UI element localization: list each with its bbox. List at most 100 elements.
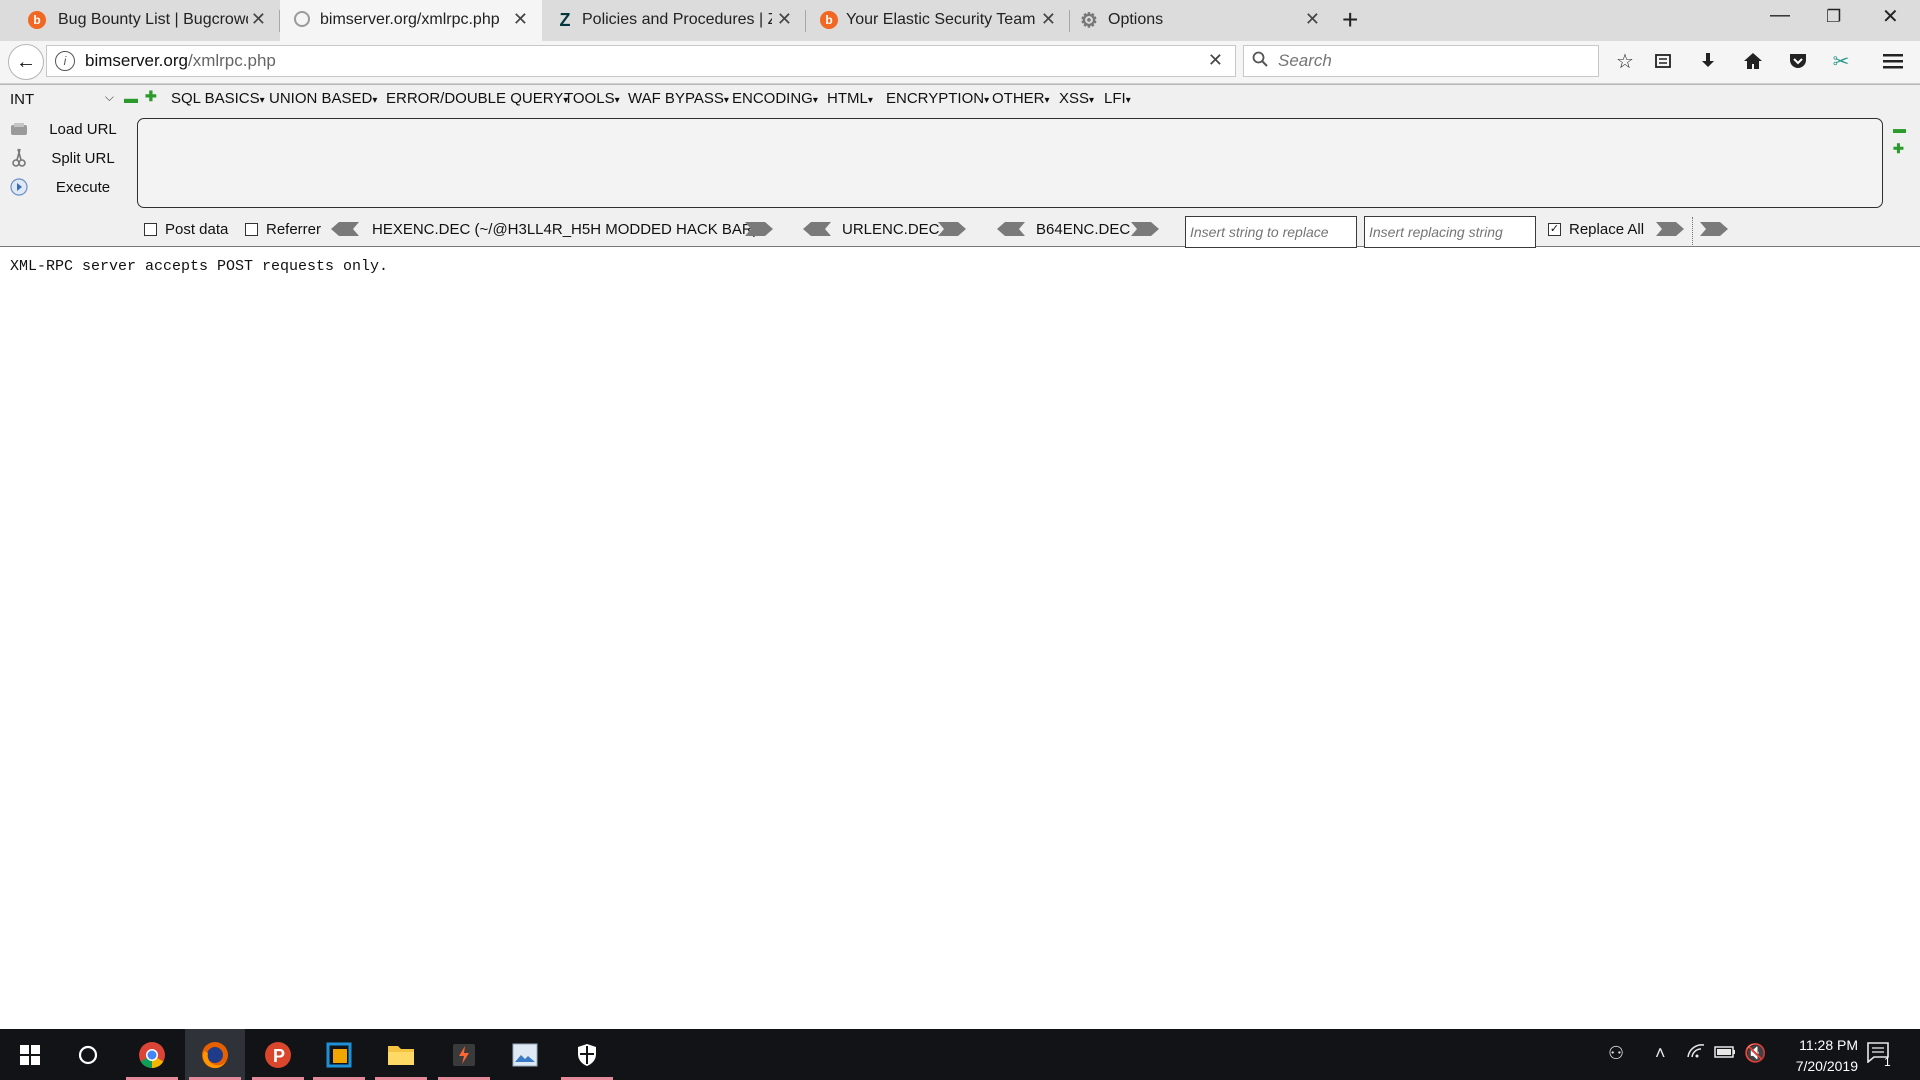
close-tab-icon[interactable]: ✕ (1041, 9, 1056, 30)
menu-tools[interactable]: TOOLS▾ (564, 90, 620, 107)
back-button[interactable]: ← (8, 44, 44, 80)
increase-icon[interactable]: ✚ (145, 89, 157, 103)
menu-icon[interactable] (1880, 48, 1906, 74)
shrink-icon[interactable]: ▬ (1893, 121, 1906, 136)
chrome-taskbar-item[interactable] (122, 1029, 182, 1080)
menu-other[interactable]: OTHER▾ (992, 90, 1050, 107)
type-select-value: INT (10, 90, 35, 108)
checkmark-icon: ✓ (1548, 223, 1561, 236)
tab-xmlrpc[interactable]: bimserver.org/xmlrpc.php ✕ (280, 0, 542, 41)
replace-undo-icon[interactable] (1700, 222, 1728, 236)
address-bar[interactable]: i bimserver.org/xmlrpc.php ✕ (46, 45, 1236, 77)
post-data-checkbox[interactable]: Post data (144, 221, 228, 238)
decode-right-icon[interactable] (938, 222, 966, 236)
restore-button[interactable]: ❐ (1826, 7, 1841, 27)
tab-elastic[interactable]: b Your Elastic Security Team, b ✕ (806, 0, 1070, 41)
menu-sql-basics[interactable]: SQL BASICS▾ (171, 90, 265, 107)
close-tab-icon[interactable]: ✕ (251, 9, 266, 30)
tab-zendesk[interactable]: Z Policies and Procedures | Ze ✕ (542, 0, 806, 41)
search-input[interactable] (1276, 50, 1580, 72)
menu-xss[interactable]: XSS▾ (1059, 90, 1094, 107)
virtualbox-taskbar-item[interactable] (309, 1029, 369, 1080)
menu-union-based[interactable]: UNION BASED▾ (269, 90, 377, 107)
download-icon[interactable] (1695, 48, 1721, 74)
close-tab-icon[interactable]: ✕ (777, 9, 792, 30)
menu-error-double-query[interactable]: ERROR/DOUBLE QUERY▾ (386, 90, 568, 107)
new-tab-button[interactable]: + (1342, 4, 1358, 36)
replace-all-checkbox[interactable]: ✓ Replace All (1548, 221, 1644, 238)
clock-time: 11:28 PM (1799, 1037, 1858, 1053)
url-textarea[interactable] (137, 118, 1883, 208)
battery-icon[interactable] (1714, 1043, 1736, 1064)
menu-html[interactable]: HTML▾ (827, 90, 873, 107)
firefox-icon (202, 1041, 228, 1068)
replace-to-input[interactable] (1364, 216, 1536, 248)
chevron-up-icon[interactable]: ˄ (1655, 1043, 1666, 1064)
file-explorer-taskbar-item[interactable] (371, 1029, 431, 1080)
play-icon (10, 178, 28, 196)
burp-taskbar-item[interactable] (434, 1029, 494, 1080)
close-tab-icon[interactable]: ✕ (513, 9, 528, 30)
notification-center-button[interactable]: 1 (1866, 1041, 1902, 1071)
base64-encoder-label: B64ENC.DEC (1036, 221, 1131, 238)
url-host: bimserver.org (85, 51, 188, 70)
system-clock[interactable]: 11:28 PM 7/20/2019 (1758, 1035, 1858, 1077)
decode-right-icon[interactable] (745, 222, 773, 236)
menu-lfi[interactable]: LFI▾ (1104, 90, 1131, 107)
cortana-button[interactable] (58, 1029, 118, 1080)
pocket-icon[interactable] (1785, 48, 1811, 74)
checkbox-box (245, 223, 258, 236)
tab-title: Policies and Procedures | Ze (582, 11, 772, 28)
menu-waf-bypass[interactable]: WAF BYPASS▾ (628, 90, 729, 107)
load-url-button[interactable]: Load URL (10, 117, 118, 141)
expand-icon[interactable]: ✚ (1893, 141, 1904, 157)
windows-icon (20, 1044, 40, 1065)
stop-icon[interactable]: ✕ (1208, 50, 1223, 71)
replace-run-icon[interactable] (1656, 222, 1684, 236)
close-tab-icon[interactable]: ✕ (1305, 9, 1320, 30)
minimize-button[interactable]: — (1770, 4, 1790, 27)
bookmark-star-icon[interactable]: ☆ (1612, 48, 1638, 74)
decode-right-icon[interactable] (1131, 222, 1159, 236)
referrer-checkbox[interactable]: Referrer (245, 221, 321, 238)
wifi-icon[interactable] (1686, 1043, 1706, 1064)
bugcrowd-icon: b (820, 11, 838, 29)
cortana-icon (78, 1045, 98, 1064)
reading-list-icon[interactable] (1650, 48, 1676, 74)
search-bar[interactable] (1243, 45, 1599, 77)
arrow-left-icon: ← (16, 50, 36, 73)
hackbar-toolbar: INT ⌵ ▬ ✚ SQL BASICS▾ UNION BASED▾ ERROR… (0, 84, 1920, 248)
execute-button[interactable]: Execute (10, 175, 118, 199)
chevron-down-icon: ⌵ (104, 90, 114, 104)
home-icon[interactable] (1740, 48, 1766, 74)
tab-options[interactable]: ⚙ Options ✕ (1070, 0, 1334, 41)
start-button[interactable] (0, 1029, 60, 1080)
zendesk-icon: Z (559, 9, 571, 30)
gear-icon: ⚙ (1080, 9, 1098, 32)
app-taskbar-item[interactable] (495, 1029, 555, 1080)
people-icon[interactable]: ⚇ (1608, 1043, 1624, 1064)
svg-text:P: P (273, 1046, 285, 1066)
encode-left-icon[interactable] (997, 222, 1025, 236)
addon-icon[interactable]: ✂ (1828, 48, 1854, 74)
close-window-button[interactable]: ✕ (1882, 4, 1899, 29)
page-message: XML-RPC server accepts POST requests onl… (10, 258, 389, 275)
postman-taskbar-item[interactable]: P (248, 1029, 308, 1080)
menu-encryption[interactable]: ENCRYPTION▾ (886, 90, 989, 107)
encode-left-icon[interactable] (331, 222, 359, 236)
burp-icon (453, 1043, 475, 1066)
windows-taskbar: P ⚇ ˄ 🔇 11:28 PM 7/20/2019 1 (0, 1029, 1920, 1080)
firefox-taskbar-item[interactable] (185, 1029, 245, 1080)
decrease-icon[interactable]: ▬ (124, 91, 138, 105)
info-icon[interactable]: i (55, 51, 75, 71)
chrome-icon (139, 1041, 165, 1068)
menu-encoding[interactable]: ENCODING▾ (732, 90, 818, 107)
replace-from-input[interactable] (1185, 216, 1357, 248)
url-encoder-label: URLENC.DEC (842, 221, 940, 238)
split-url-button[interactable]: Split URL (10, 146, 118, 170)
encode-left-icon[interactable] (803, 222, 831, 236)
folder-icon (388, 1045, 414, 1065)
type-select[interactable]: INT ⌵ (10, 89, 114, 109)
security-taskbar-item[interactable] (557, 1029, 617, 1080)
tab-bugcrowd[interactable]: b Bug Bounty List | Bugcrowd ✕ (0, 0, 280, 41)
